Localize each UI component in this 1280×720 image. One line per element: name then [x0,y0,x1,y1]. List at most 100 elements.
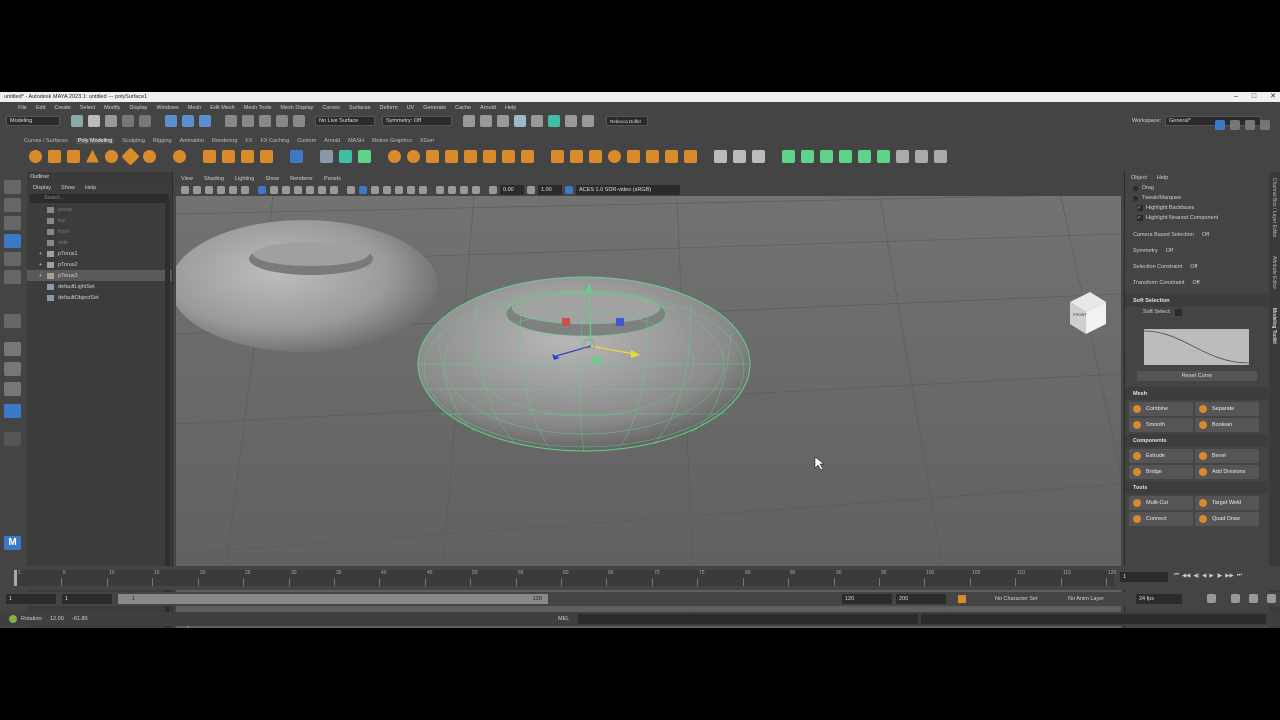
outliner-item[interactable]: top [27,215,172,226]
select-by-object-icon[interactable] [182,115,194,127]
mode-dropdown[interactable]: Modeling [6,116,60,126]
range-slider[interactable]: 1 120 [118,594,548,604]
minimize-icon[interactable]: – [1234,92,1238,102]
cut-uv-icon[interactable] [915,149,928,163]
shelf-tab-custom[interactable]: Custom [297,138,316,144]
film-gate-icon[interactable] [270,186,278,194]
current-frame-field[interactable]: 1 [1120,572,1168,582]
unfold-icon[interactable] [877,149,890,163]
go-to-start-icon[interactable]: ⏮ [1174,572,1179,579]
wireframe-icon[interactable] [347,186,355,194]
poly-plane-icon[interactable] [121,146,140,166]
rotate-tool-icon[interactable] [4,252,21,266]
outliner-item[interactable]: + pTorus2 [27,259,172,270]
poly-type-icon[interactable] [222,149,235,163]
merge-icon[interactable] [665,149,678,163]
sweep-mesh-icon[interactable] [203,149,216,163]
exposure-icon[interactable] [489,186,497,194]
play-backwards-icon[interactable]: ◀ [1202,573,1206,579]
character-set-dropdown[interactable]: No Character Set [995,596,1038,602]
poly-cylinder-icon[interactable] [67,149,80,163]
scale-tool-icon[interactable] [4,270,21,284]
snap-point-icon[interactable] [259,115,271,127]
menu-surfaces[interactable]: Surfaces [349,105,371,111]
view-transform-dropdown[interactable]: ACES 1.0 SDR-video (sRGB) [576,185,680,195]
multi-cut-shelf-icon[interactable] [714,149,727,163]
extrude-shelf-icon[interactable] [551,149,564,163]
expand-icon[interactable]: + [39,262,42,268]
retopologize-icon[interactable] [521,149,534,163]
outliner-item[interactable]: + pTorus1 [27,248,172,259]
exposure-field[interactable]: 0.00 [500,185,524,195]
chamfer-icon[interactable] [684,149,697,163]
setting-value-dropdown[interactable]: Off [1192,280,1199,286]
close-icon[interactable]: ✕ [1270,92,1276,102]
outliner-menu-help[interactable]: Help [85,185,96,191]
bridge-shelf-icon[interactable] [570,149,583,163]
menu-modify[interactable]: Modify [104,105,120,111]
section-mesh-header[interactable]: Mesh [1125,387,1268,400]
fps-dropdown[interactable]: 24 fps [1136,594,1182,604]
toggle-attribute-editor-icon[interactable] [1230,120,1240,130]
wireframe-on-shaded-icon[interactable] [371,186,379,194]
selection-mode-radio[interactable]: Tweak/Marquee [1125,193,1268,203]
append-polygon-icon[interactable] [627,149,640,163]
menu-generate[interactable]: Generate [423,105,446,111]
smooth-button[interactable]: Smooth [1129,418,1193,432]
menu-edit-mesh[interactable]: Edit Mesh [210,105,234,111]
highlight-checkbox[interactable]: ✓ Highlight Nearest Component [1125,213,1268,223]
multi-cut-button[interactable]: Multi-Cut [1129,496,1193,510]
animation-start-field[interactable]: 1 [6,594,56,604]
anim-layer-dropdown[interactable]: No Anim Layer [1068,596,1104,602]
bridge-button[interactable]: Bridge [1129,465,1193,479]
menu-cache[interactable]: Cache [455,105,471,111]
mel-command-input[interactable] [578,614,918,624]
menu-select[interactable]: Select [80,105,95,111]
outliner-item[interactable]: defaultObjectSet [27,292,172,303]
move-tool-icon[interactable] [4,234,21,248]
xray-joints-icon[interactable] [460,186,468,194]
select-camera-icon[interactable] [181,186,189,194]
snap-view-plane-icon[interactable] [293,115,305,127]
viewport-menu-show[interactable]: Show [265,176,279,182]
live-surface-field[interactable]: No Live Surface [315,116,375,126]
outliner-menu-display[interactable]: Display [33,185,51,191]
image-plane-icon[interactable] [217,186,225,194]
toolkit-menu-help[interactable]: Help [1157,175,1168,181]
shelf-tab-curves-surfaces[interactable]: Curves / Surfaces [24,138,68,144]
search-icon[interactable] [4,432,21,446]
resolution-gate-icon[interactable] [282,186,290,194]
camera-mapping-icon[interactable] [858,149,871,163]
cache-icon[interactable] [1249,594,1258,603]
render-settings-icon[interactable] [514,115,526,127]
menu-file[interactable]: File [18,105,27,111]
separate-button[interactable]: Separate [1195,402,1259,416]
toggle-tool-settings-icon[interactable] [1245,120,1255,130]
ambient-occlusion-icon[interactable] [419,186,427,194]
menu-deform[interactable]: Deform [380,105,398,111]
outliner-item[interactable]: defaultLightSet [27,281,172,292]
shelf-tab-mash[interactable]: MASH [348,138,364,144]
setting-value-dropdown[interactable]: Off [1190,264,1197,270]
shadows-icon[interactable] [407,186,415,194]
gamma-icon[interactable] [527,186,535,194]
poly-torus-icon[interactable] [105,149,118,163]
poly-sphere-icon[interactable] [29,149,42,163]
setting-value-dropdown[interactable]: Off [1166,248,1173,254]
section-tools-header[interactable]: Tools [1125,481,1268,494]
quad-draw-button[interactable]: Quad Draw [1195,512,1259,526]
smooth-shade-icon[interactable] [359,186,367,194]
snap-grid-icon[interactable] [225,115,237,127]
loop-icon[interactable] [1207,594,1216,603]
offset-edge-loop-icon[interactable] [752,149,765,163]
outliner-item[interactable]: front [27,226,172,237]
text-icon[interactable] [241,149,254,163]
shelf-tab-fx[interactable]: FX [245,138,252,144]
shelf-tab-animation[interactable]: Animation [180,138,204,144]
time-ruler[interactable]: 1 5 10 15 20 25 30 35 40 45 50 55 60 65 70 75 80 85 90 95 10… [14,570,1116,586]
outliner-layout-icon[interactable] [4,404,21,418]
pivot-icon[interactable] [320,149,333,163]
smooth-shelf-icon[interactable] [445,149,458,163]
viewport-menu-shading[interactable]: Shading [204,176,224,182]
mirror-icon[interactable] [464,149,477,163]
